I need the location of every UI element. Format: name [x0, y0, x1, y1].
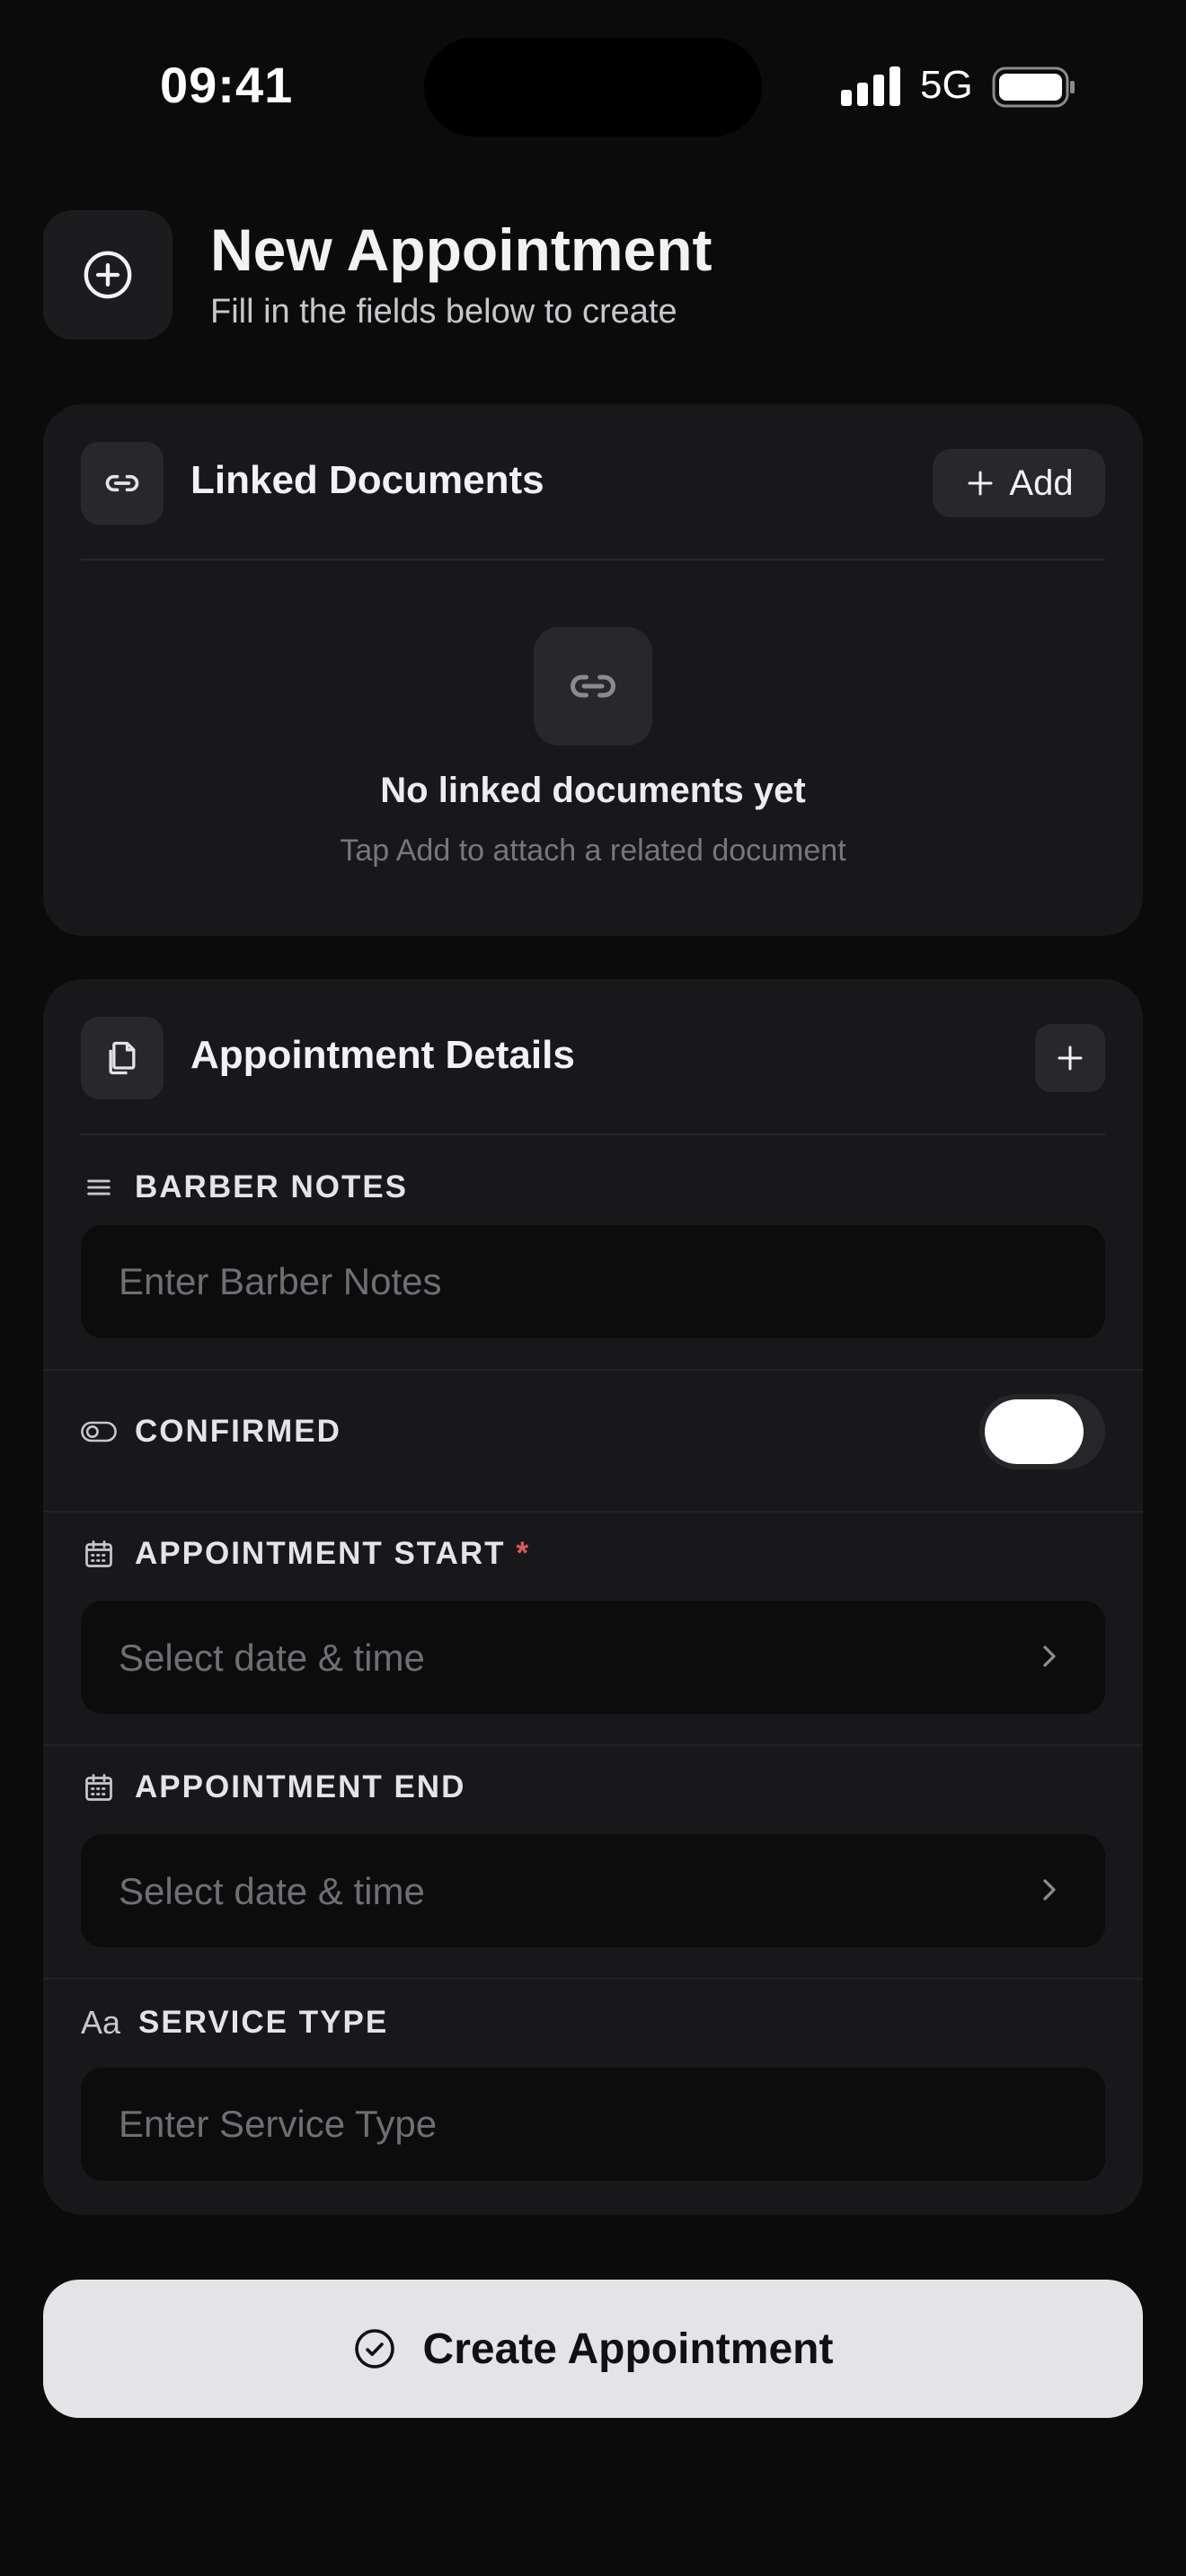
page-subtitle: Fill in the fields below to create [210, 293, 677, 331]
row-separator [43, 1369, 1143, 1371]
details-add-button[interactable] [1035, 1024, 1105, 1092]
confirmed-toggle[interactable] [979, 1394, 1105, 1469]
chevron-right-icon [1043, 1879, 1056, 1901]
toggle-icon [81, 1414, 117, 1450]
appointment-end-placeholder: Select date & time [119, 1870, 425, 1912]
signal-icon [841, 66, 900, 106]
appointment-start-picker[interactable]: Select date & time [81, 1601, 1105, 1714]
card-divider [81, 1134, 1105, 1135]
plus-icon [1058, 1045, 1083, 1071]
linked-documents-icon-badge [81, 442, 164, 525]
row-separator [43, 1744, 1143, 1746]
page-title: New Appointment [210, 216, 712, 283]
service-type-input[interactable] [81, 2068, 1105, 2181]
details-title: Appointment Details [190, 1033, 575, 1077]
barber-notes-label: BARBER NOTES [81, 1169, 408, 1205]
plus-icon [968, 471, 993, 496]
appointment-start-label: APPOINTMENT START * [81, 1536, 530, 1572]
toggle-knob [985, 1399, 1084, 1464]
calendar-icon [81, 1769, 117, 1805]
network-label: 5G [920, 63, 973, 107]
dynamic-island [424, 38, 762, 137]
status-time: 09:41 [160, 57, 294, 113]
link-icon [571, 675, 615, 698]
linked-documents-title: Linked Documents [190, 458, 544, 502]
appointment-start-label-text: APPOINTMENT START [135, 1536, 506, 1571]
barber-notes-input[interactable] [81, 1225, 1105, 1338]
calendar-icon [81, 1536, 117, 1572]
appointment-end-label-text: APPOINTMENT END [135, 1769, 466, 1804]
confirmed-label-text: CONFIRMED [135, 1414, 341, 1449]
empty-state-icon-badge [534, 627, 652, 745]
appointment-details-card: Appointment Details BARBER NOTES CONFIRM… [43, 979, 1143, 2215]
linked-documents-card: Linked Documents Add No linked documents… [43, 404, 1143, 936]
service-type-field[interactable] [81, 2068, 1105, 2181]
barber-notes-label-text: BARBER NOTES [135, 1169, 409, 1204]
text-icon: Aa [80, 2004, 121, 2041]
appointment-end-label: APPOINTMENT END [81, 1769, 465, 1805]
row-separator [43, 1511, 1143, 1513]
empty-state-title: No linked documents yet [380, 771, 806, 810]
plus-circle-icon [84, 251, 132, 299]
documents-icon [109, 1041, 136, 1075]
lines-icon [81, 1169, 117, 1205]
link-icon [105, 474, 139, 492]
check-circle-icon [354, 2329, 394, 2369]
service-type-label-text: SERVICE TYPE [138, 2005, 389, 2040]
details-icon-badge [81, 1017, 164, 1099]
create-appointment-label: Create Appointment [422, 2325, 834, 2373]
status-bar: 09:41 5G [0, 0, 1186, 180]
add-linked-document-button[interactable]: Add [933, 449, 1105, 517]
empty-state-subtitle: Tap Add to attach a related document [340, 834, 846, 868]
row-separator [43, 1978, 1143, 1980]
create-appointment-button[interactable]: Create Appointment [43, 2280, 1143, 2418]
confirmed-label: CONFIRMED [81, 1414, 341, 1450]
required-marker: * [516, 1536, 531, 1571]
new-item-badge [43, 210, 173, 340]
battery-icon [992, 66, 1075, 108]
service-type-label: Aa SERVICE TYPE [80, 2004, 389, 2041]
appointment-start-placeholder: Select date & time [119, 1636, 425, 1679]
chevron-right-icon [1043, 1645, 1056, 1667]
add-button-label: Add [1009, 463, 1074, 503]
card-divider [81, 559, 1105, 560]
appointment-end-picker[interactable]: Select date & time [81, 1834, 1105, 1947]
barber-notes-field[interactable] [81, 1225, 1105, 1338]
